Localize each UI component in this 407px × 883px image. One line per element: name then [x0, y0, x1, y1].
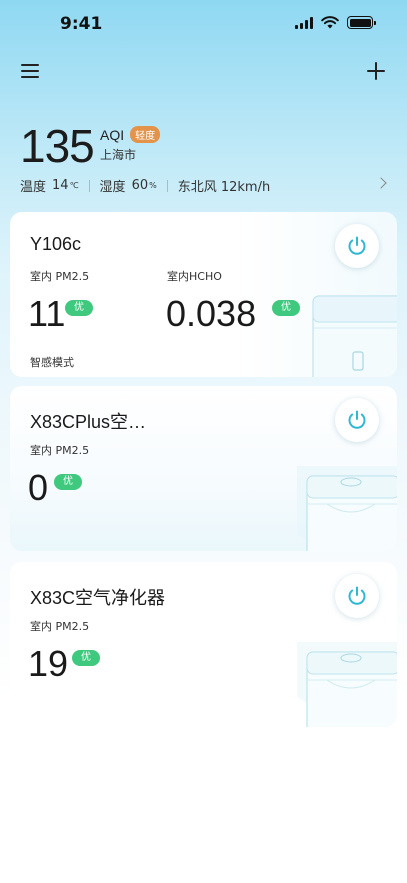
- status-bar: 9:41: [0, 0, 407, 48]
- chevron-right-icon[interactable]: [375, 177, 387, 189]
- temp-label: 温度: [20, 180, 47, 195]
- purifier-image: [297, 642, 397, 727]
- cellular-signal-icon: [295, 16, 313, 29]
- divider: [166, 179, 168, 192]
- add-icon[interactable]: [365, 60, 387, 82]
- aqi-label: AQI: [100, 126, 125, 143]
- status-icons: [295, 16, 376, 29]
- metric-value: 0: [28, 467, 49, 508]
- metric-label: 室内 PM2.5: [30, 444, 90, 457]
- power-button[interactable]: [335, 398, 379, 442]
- grade-badge: 优: [272, 300, 300, 316]
- metric-label: 室内 PM2.5: [30, 270, 90, 283]
- weather-row[interactable]: 温度 14 ℃ 湿度 60 % 东北风 12km/h: [20, 176, 387, 195]
- device-name: Y106c: [30, 234, 82, 254]
- wifi-icon: [321, 16, 339, 29]
- power-button[interactable]: [335, 574, 379, 618]
- menu-icon[interactable]: [21, 64, 39, 78]
- city-name: 上海市: [100, 148, 137, 162]
- metric-value: 11: [28, 293, 66, 334]
- aqi-meta: AQI 轻度 上海市: [100, 126, 161, 163]
- wind-info: 东北风 12km/h: [177, 180, 271, 195]
- temp-unit: ℃: [69, 181, 79, 190]
- grade-badge: 优: [72, 650, 100, 666]
- humidity-unit: %: [149, 181, 157, 190]
- metric-label: 室内 PM2.5: [30, 620, 90, 633]
- metric-value: 0.038: [166, 293, 257, 334]
- device-card[interactable]: X83C空气净化器 室内 PM2.5 19 优: [10, 562, 397, 727]
- divider: [88, 179, 90, 192]
- purifier-image: [297, 466, 397, 551]
- temp-value: 14: [52, 178, 69, 193]
- aqi-level-badge: 轻度: [130, 126, 161, 143]
- mode-label: 智感模式: [30, 356, 74, 369]
- grade-badge: 优: [54, 474, 82, 490]
- humidity-value: 60: [131, 178, 149, 193]
- device-name: X83C空气净化器: [30, 588, 166, 608]
- device-card[interactable]: X83CPlus空… 室内 PM2.5 0 优: [10, 386, 397, 551]
- aqi-value: 135: [20, 120, 95, 172]
- metric-label: 室内HCHO: [167, 270, 222, 283]
- battery-icon: [347, 16, 376, 29]
- grade-badge: 优: [65, 300, 93, 316]
- device-card[interactable]: Y106c 室内 PM2.5 11 优 室内HCHO 0.038 优 智感模式: [10, 212, 397, 377]
- power-icon: [348, 586, 366, 605]
- purifier-image: [312, 295, 397, 377]
- power-icon: [348, 410, 366, 429]
- metric-value: 19: [28, 643, 69, 684]
- aqi-summary[interactable]: 135 AQI 轻度 上海市: [20, 120, 161, 172]
- humidity-label: 湿度: [99, 180, 126, 195]
- power-button[interactable]: [335, 224, 379, 268]
- top-nav: [0, 56, 407, 88]
- power-icon: [348, 236, 366, 255]
- device-name: X83CPlus空…: [30, 412, 147, 432]
- status-time: 9:41: [60, 14, 103, 34]
